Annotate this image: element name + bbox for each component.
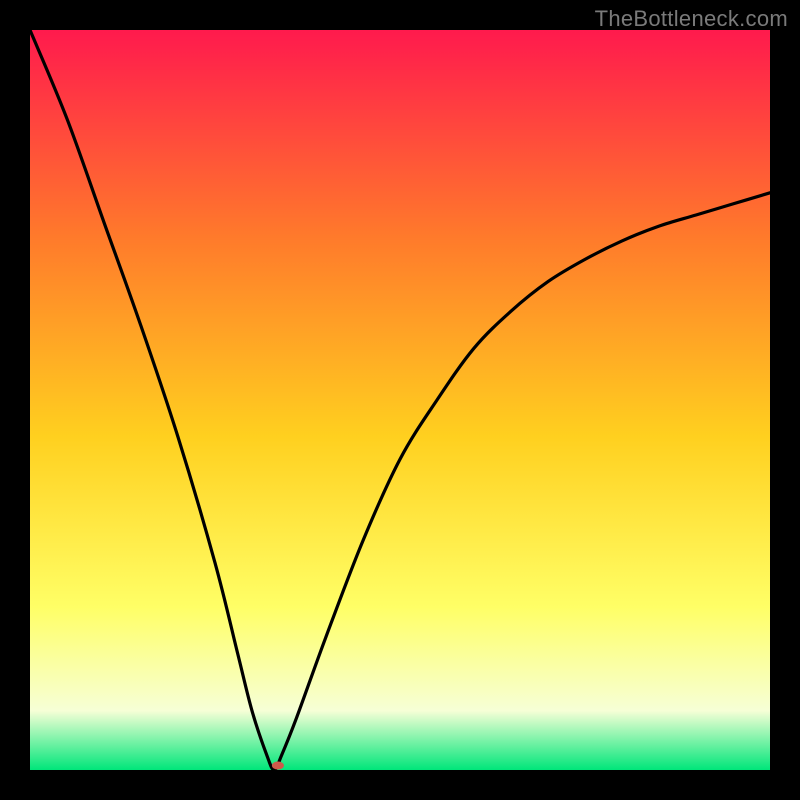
plot-background: [30, 30, 770, 770]
watermark-text: TheBottleneck.com: [595, 6, 788, 32]
bottleneck-chart: [0, 0, 800, 800]
minimum-marker: [272, 762, 284, 770]
chart-frame: { "watermark": "TheBottleneck.com", "cha…: [0, 0, 800, 800]
